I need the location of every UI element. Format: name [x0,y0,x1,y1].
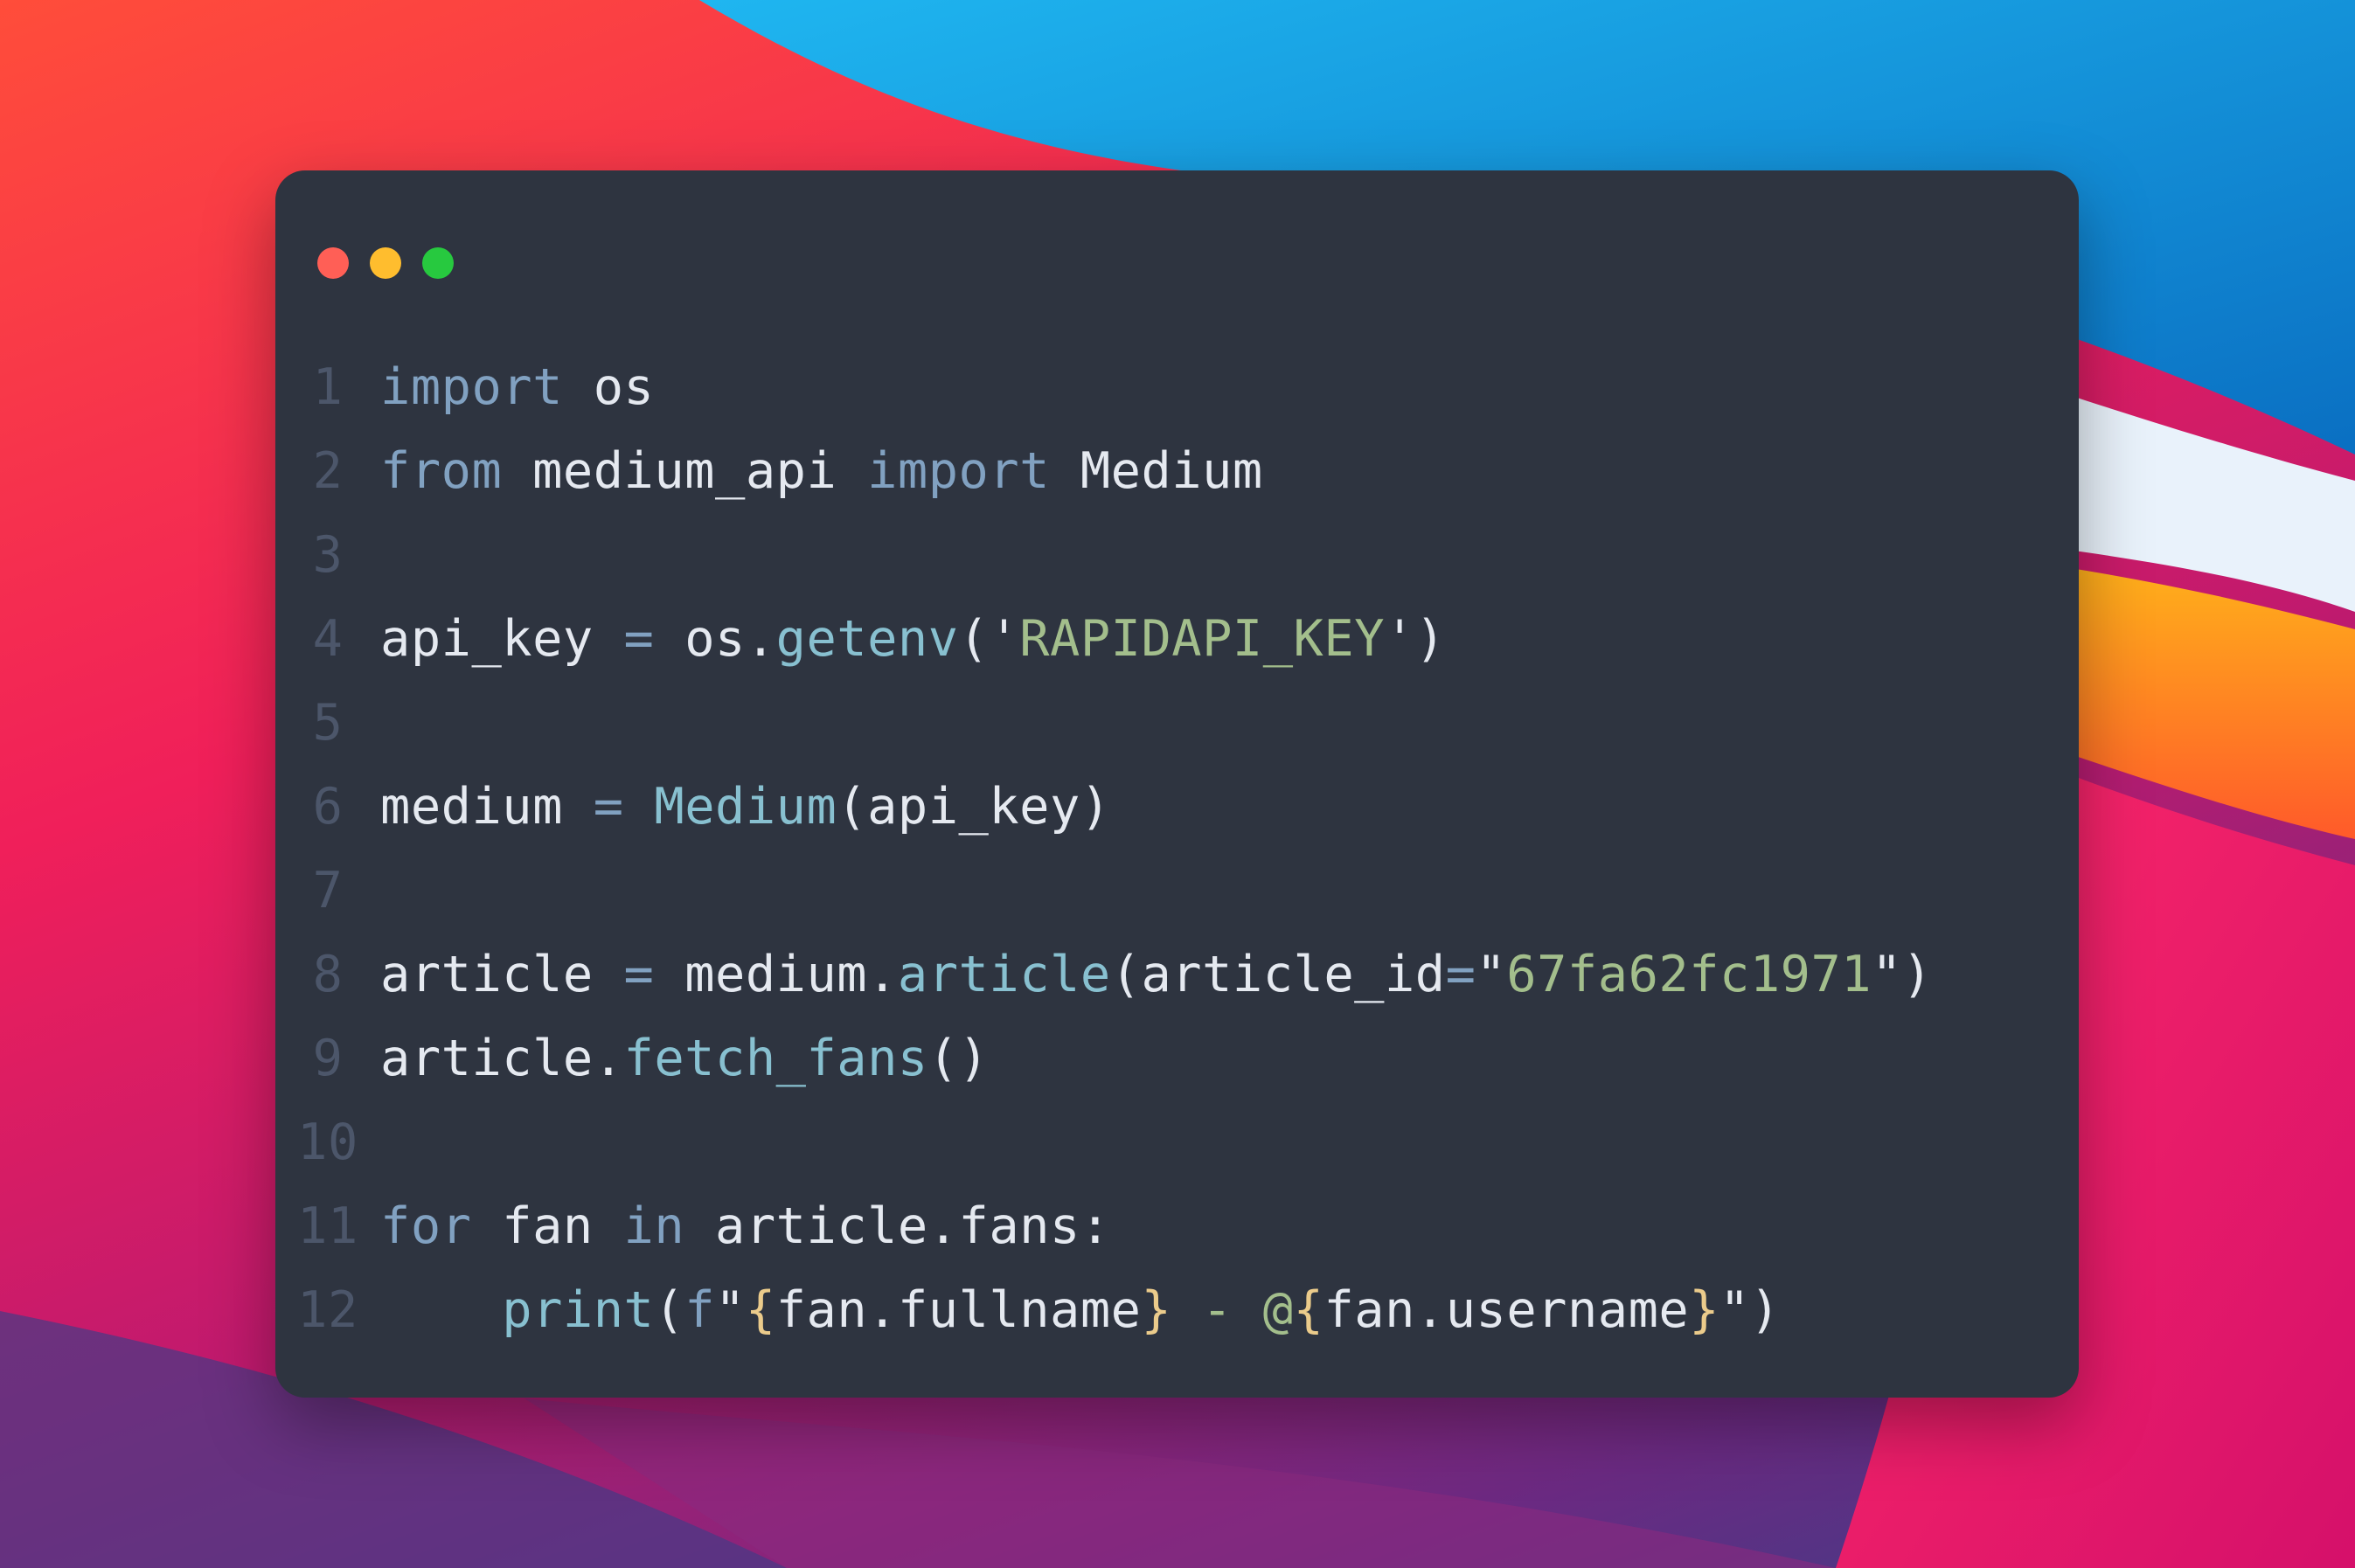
code-token: (api_key) [837,778,1111,836]
line-number: 5 [312,694,344,752]
line-number: 6 [312,778,344,836]
code-token: = [623,610,655,668]
code-token: article [897,946,1111,1003]
code-token: RAPIDAPI_KEY [1019,610,1386,668]
code-token: import [867,442,1050,500]
code-token: medium_api [502,442,868,500]
code-token: = [593,778,624,836]
code-token: } [1141,1281,1172,1339]
code-token: 67fa62fc1971 [1506,946,1872,1003]
code-token: ( [654,1281,685,1339]
code-token: (' [958,610,1020,668]
minimize-button[interactable] [370,247,401,279]
line-source: from medium_api import Medium [380,442,1263,500]
code-token: article [380,946,624,1003]
zoom-button[interactable] [422,247,454,279]
code-token: } [1689,1281,1720,1339]
code-line: 3 [275,513,2079,597]
code-token: fan [471,1197,624,1255]
code-line: 11 for fan in article.fans: [275,1184,2079,1268]
code-token: in [623,1197,685,1255]
window-controls [317,247,454,279]
code-token: os [562,358,655,416]
code-line: 8 article = medium.article(article_id="67… [275,933,2079,1016]
code-token: os. [654,610,776,668]
code-token: article. [380,1030,624,1087]
line-number: 4 [312,610,344,668]
line-number: 10 [297,1114,358,1171]
code-token: Medium [1050,442,1263,500]
code-line: 7 [275,849,2079,933]
line-number: 11 [297,1197,358,1255]
code-line: 6 medium = Medium(api_key) [275,765,2079,849]
code-token: () [927,1030,990,1087]
code-line: 4 api_key = os.getenv('RAPIDAPI_KEY') [275,597,2079,681]
code-line: 9 article.fetch_fans() [275,1016,2079,1100]
code-token: ") [1719,1281,1781,1339]
close-button[interactable] [317,247,349,279]
code-token: ") [1872,946,1933,1003]
code-token: " [715,1281,746,1339]
line-number: 3 [312,526,344,584]
line-source: article.fetch_fans() [380,1030,989,1087]
code-token: { [1293,1281,1324,1339]
line-source: print(f"{fan.fullname} - @{fan.username}… [380,1281,1781,1339]
code-token: getenv [775,610,959,668]
code-line: 12 print(f"{fan.fullname} - @{fan.userna… [275,1268,2079,1352]
line-source: import os [380,358,654,416]
line-source: article = medium.article(article_id="67f… [380,946,1933,1003]
code-token: Medium [654,778,837,836]
code-token: article.fans: [684,1197,1111,1255]
code-token: medium [380,778,594,836]
code-editor: 1 import os 2 from medium_api import Medium… [275,345,2079,1352]
code-token: ') [1385,610,1446,668]
code-token: fan.username [1323,1281,1690,1339]
code-token: - @ [1171,1281,1294,1339]
code-token: fetch_fans [623,1030,928,1087]
code-token: f [684,1281,716,1339]
line-number: 8 [312,946,344,1003]
code-line: 10 [275,1100,2079,1184]
line-source: api_key = os.getenv('RAPIDAPI_KEY') [380,610,1446,668]
code-line: 2 from medium_api import Medium [275,429,2079,513]
code-token: import [380,358,563,416]
code-token: fan.fullname [775,1281,1142,1339]
code-token: print [502,1281,655,1339]
line-number: 7 [312,862,344,919]
line-number: 12 [297,1281,358,1339]
code-token: from [380,442,503,500]
code-token: api_key [380,610,624,668]
line-source: for fan in article.fans: [380,1197,1111,1255]
line-number: 9 [312,1030,344,1087]
code-token: " [1476,946,1507,1003]
code-token: { [745,1281,776,1339]
code-token: = [1445,946,1476,1003]
line-number: 2 [312,442,344,500]
line-source: medium = Medium(api_key) [380,778,1111,836]
code-window: 1 import os 2 from medium_api import Medium… [275,170,2079,1398]
code-token: for [380,1197,472,1255]
code-line: 1 import os [275,345,2079,429]
code-token: (article_id [1110,946,1446,1003]
code-line: 5 [275,681,2079,765]
line-number: 1 [312,358,344,416]
code-token: medium. [654,946,898,1003]
code-token: = [623,946,655,1003]
